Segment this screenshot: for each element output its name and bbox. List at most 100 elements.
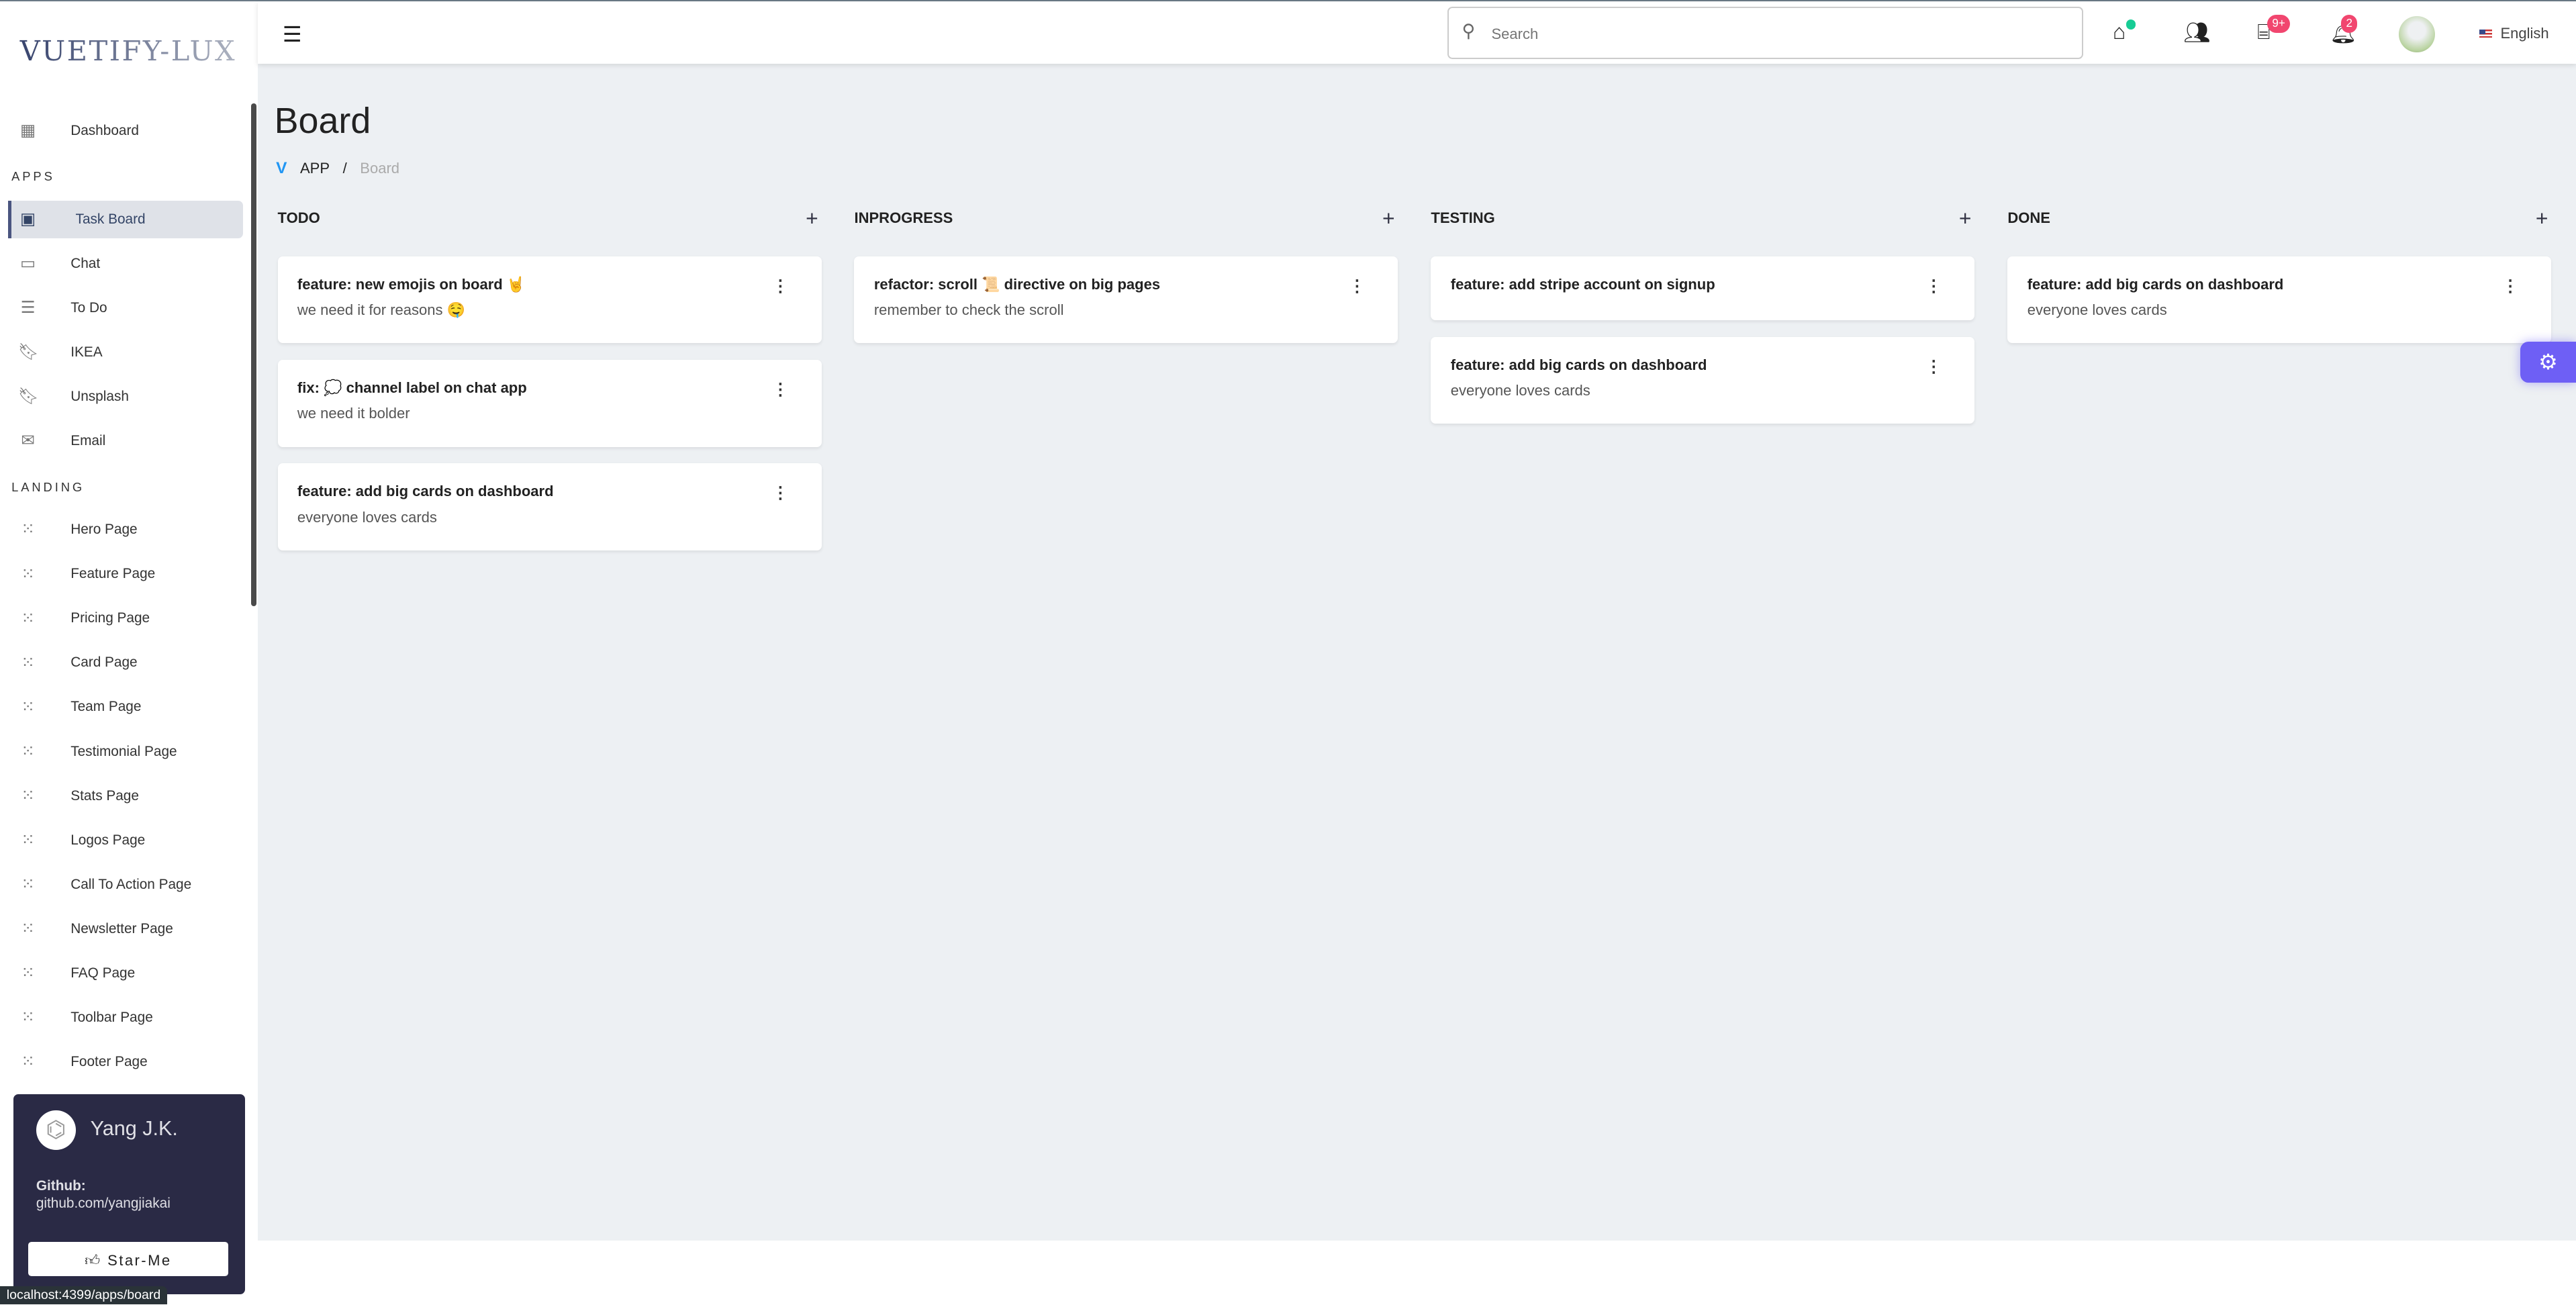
menu-icon[interactable]: ☰ xyxy=(283,21,302,47)
sidebar-item-hero-page[interactable]: ⁙ Hero Page xyxy=(10,511,243,548)
status-bar-url: localhost:4399/apps/board xyxy=(0,1286,168,1304)
top-header: ☰ ⚲ ⌂ 👥︎ ⌸ 9+ 🔔︎ 2 English xyxy=(258,1,2576,64)
vuetify-logo-icon: V xyxy=(276,159,287,178)
nav-label: Dashboard xyxy=(70,122,139,138)
card-description: we need it bolder xyxy=(297,405,410,422)
card-description: we need it for reasons 🤤 xyxy=(297,301,466,319)
github-link[interactable]: github.com/yangjiakai xyxy=(36,1196,171,1212)
nav-label: FAQ Page xyxy=(70,965,136,981)
column-title: INPROGRESS xyxy=(854,209,953,227)
sidebar-item-stats-page[interactable]: ⁙ Stats Page xyxy=(10,777,243,814)
language-label: English xyxy=(2500,24,2549,42)
users-icon[interactable]: 👥︎ xyxy=(2183,19,2210,45)
search-icon: ⚲ xyxy=(1462,21,1476,42)
chat-icon: ▭ xyxy=(20,254,36,273)
more-vertical-icon[interactable]: ⋮ xyxy=(2502,276,2518,296)
nav-label: Hero Page xyxy=(70,522,138,538)
task-board-icon: ▣ xyxy=(20,209,36,228)
nav-label: Call To Action Page xyxy=(70,876,192,892)
task-card[interactable]: feature: add stripe account on signup ⋮ xyxy=(1431,256,1975,321)
task-card[interactable]: feature: add big cards on dashboard every… xyxy=(2007,256,2552,344)
nav-label: Task Board xyxy=(75,211,146,227)
task-card[interactable]: feature: new emojis on board 🤘 we need it… xyxy=(277,256,822,344)
star-me-button[interactable]: 👍︎ Star-Me xyxy=(28,1241,229,1277)
dots-icon: ⁙ xyxy=(21,742,35,761)
nav-label: Newsletter Page xyxy=(70,920,173,936)
breadcrumb-item[interactable]: APP xyxy=(300,160,330,177)
profile-name: Yang J.K. xyxy=(90,1117,178,1140)
sidebar-item-toolbar-page[interactable]: ⁙ Toolbar Page xyxy=(10,999,243,1036)
notification-badge: 2 xyxy=(2341,15,2358,33)
more-vertical-icon[interactable]: ⋮ xyxy=(772,483,788,503)
card-description: remember to check the scroll xyxy=(873,301,1064,319)
us-flag-icon xyxy=(2479,29,2493,40)
card-description: everyone loves cards xyxy=(2027,301,2167,319)
card-title: feature: add big cards on dashboard xyxy=(2027,276,2284,293)
breadcrumb: V APP / Board xyxy=(276,159,399,178)
sidebar-item-team-page[interactable]: ⁙ Team Page xyxy=(10,688,243,726)
section-heading-apps: APPS xyxy=(11,169,55,184)
email-icon: ✉ xyxy=(21,432,35,450)
task-card[interactable]: feature: add big cards on dashboard every… xyxy=(277,463,822,550)
column-header: TESTING + xyxy=(1431,202,1974,235)
card-title: fix: 💭 channel label on chat app xyxy=(297,379,527,397)
sidebar-item-logos-page[interactable]: ⁙ Logos Page xyxy=(10,822,243,859)
sidebar-item-chat[interactable]: ▭ Chat xyxy=(10,245,243,283)
sidebar-item-footer-page[interactable]: ⁙ Footer Page xyxy=(10,1043,243,1081)
dots-icon: ⁙ xyxy=(21,964,35,983)
home-icon[interactable]: ⌂ xyxy=(2113,19,2126,44)
board-column-todo: TODO + feature: new emojis on board 🤘 we ne… xyxy=(277,202,822,567)
card-title: feature: new emojis on board 🤘 xyxy=(297,276,526,293)
sidebar-item-ikea[interactable]: 🔖︎ IKEA xyxy=(10,334,243,371)
search-box[interactable]: ⚲ xyxy=(1447,6,2083,60)
task-card[interactable]: fix: 💭 channel label on chat app we need … xyxy=(277,359,822,447)
board-column-done: DONE + feature: add big cards on dashboard… xyxy=(2007,202,2552,360)
sidebar-item-feature-page[interactable]: ⁙ Feature Page xyxy=(10,555,243,593)
sidebar-item-newsletter-page[interactable]: ⁙ Newsletter Page xyxy=(10,910,243,948)
sidebar-item-to-do[interactable]: ☰ To Do xyxy=(10,289,243,327)
sidebar-item-faq-page[interactable]: ⁙ FAQ Page xyxy=(10,955,243,992)
add-card-icon[interactable]: + xyxy=(2536,206,2548,231)
sidebar: VUETIFY-LUX ▦ Dashboard APPS ▣ Task Board ▭ Ch… xyxy=(0,1,256,1304)
more-vertical-icon[interactable]: ⋮ xyxy=(1349,276,1365,296)
add-card-icon[interactable]: + xyxy=(806,206,818,231)
language-selector[interactable]: English xyxy=(2479,25,2549,42)
nav-label: Testimonial Page xyxy=(70,743,177,759)
sidebar-item-testimonial-page[interactable]: ⁙ Testimonial Page xyxy=(10,732,243,770)
sidebar-item-call-to-action-page[interactable]: ⁙ Call To Action Page xyxy=(10,866,243,904)
page-title: Board xyxy=(274,101,371,142)
sidebar-item-pricing-page[interactable]: ⁙ Pricing Page xyxy=(10,599,243,637)
more-vertical-icon[interactable]: ⋮ xyxy=(772,379,788,399)
more-vertical-icon[interactable]: ⋮ xyxy=(772,276,788,296)
sidebar-item-unsplash[interactable]: 🔖︎ Unsplash xyxy=(10,378,243,416)
nav-label: Footer Page xyxy=(70,1054,148,1070)
section-heading-landing: LANDING xyxy=(11,479,85,494)
dots-icon: ⁙ xyxy=(21,786,35,805)
task-card[interactable]: feature: add big cards on dashboard every… xyxy=(1431,336,1975,424)
sidebar-item-card-page[interactable]: ⁙ Card Page xyxy=(10,644,243,681)
add-card-icon[interactable]: + xyxy=(1959,206,1972,231)
bookmark-plus-icon: 🔖︎ xyxy=(17,343,39,362)
sidebar-item-email[interactable]: ✉ Email xyxy=(10,422,243,460)
settings-gear-button[interactable]: ⚙ xyxy=(2520,341,2576,383)
more-vertical-icon[interactable]: ⋮ xyxy=(1925,276,1942,296)
star-me-label: Star-Me xyxy=(107,1252,172,1269)
github-label: Github: xyxy=(36,1177,86,1194)
nav-label: Team Page xyxy=(70,699,142,715)
add-card-icon[interactable]: + xyxy=(1382,206,1395,231)
card-title: feature: add stripe account on signup xyxy=(1450,276,1715,293)
logo[interactable]: VUETIFY-LUX xyxy=(0,34,256,67)
bookmark-plus-icon: 🔖︎ xyxy=(17,387,39,406)
sidebar-item-task-board[interactable]: ▣ Task Board xyxy=(8,200,244,238)
nav-label: To Do xyxy=(70,299,107,316)
store-badge: 9+ xyxy=(2267,15,2291,33)
sidebar-item-dashboard[interactable]: ▦ Dashboard xyxy=(10,111,243,149)
task-card[interactable]: refactor: scroll 📜 directive on big page… xyxy=(854,256,1398,344)
board-column-testing: TESTING + feature: add stripe account on s… xyxy=(1431,202,1975,440)
avatar[interactable] xyxy=(2398,16,2435,53)
search-input[interactable] xyxy=(1488,17,2054,51)
nav-label: Unsplash xyxy=(70,388,129,404)
more-vertical-icon[interactable]: ⋮ xyxy=(1925,356,1942,377)
nav-label: Pricing Page xyxy=(70,610,150,626)
sidebar-scrollbar[interactable] xyxy=(251,103,256,606)
